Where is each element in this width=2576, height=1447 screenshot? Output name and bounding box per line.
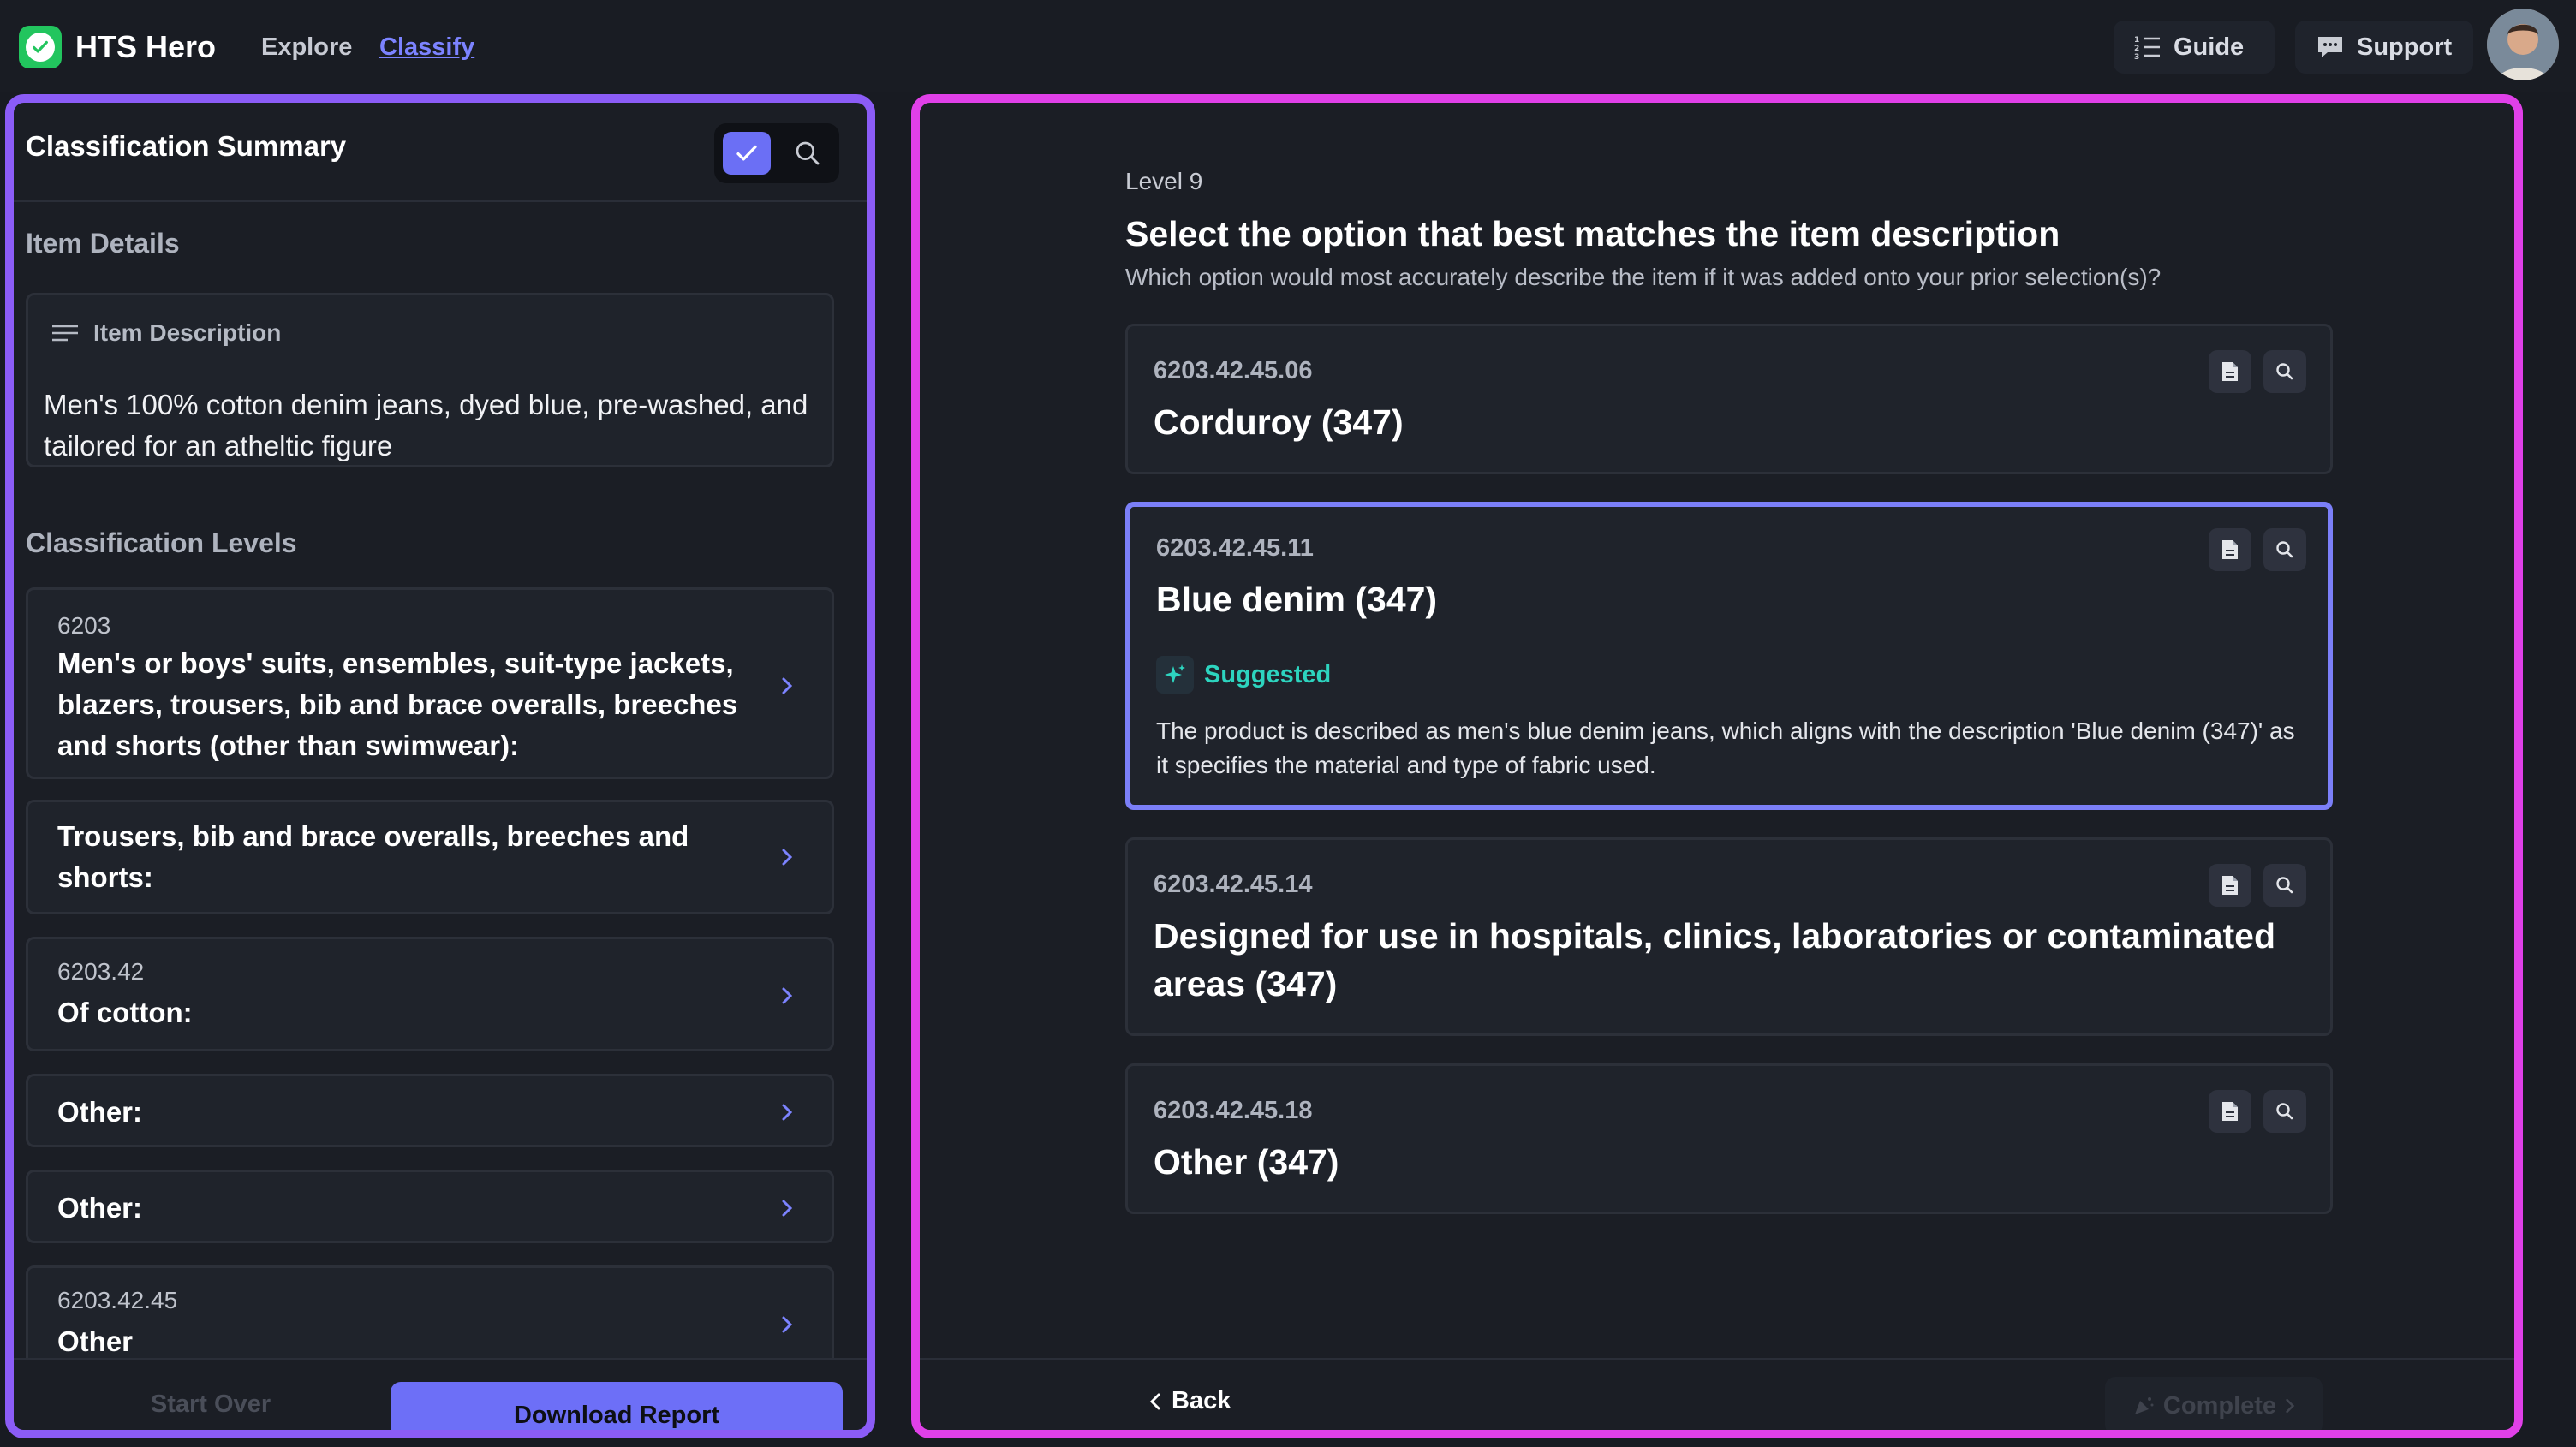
level-card[interactable]: 6203 Men's or boys' suits, ensembles, su… [26, 587, 834, 779]
check-icon[interactable] [723, 132, 771, 175]
search-icon[interactable] [2263, 864, 2306, 907]
document-icon[interactable] [2209, 864, 2251, 907]
item-description-label: Item Description [93, 319, 282, 346]
option-card-selected[interactable]: 6203.42.45.11 Blue denim (347) Suggested… [1125, 502, 2333, 810]
level-code: 6203 [57, 612, 111, 639]
chevron-right-icon [777, 1198, 797, 1218]
option-code: 6203.42.45.14 [1154, 871, 1313, 898]
svg-text:1: 1 [2134, 36, 2139, 45]
summary-title: Classification Summary [26, 130, 347, 162]
classification-summary-panel: Classification Summary Item Details Item… [5, 94, 875, 1438]
option-code: 6203.42.45.06 [1154, 357, 1313, 384]
search-icon[interactable] [786, 132, 829, 175]
level-text: Other: [57, 1192, 142, 1224]
level-code: 6203.42 [57, 958, 145, 985]
level-indicator: Level 9 [1125, 168, 1203, 194]
chevron-right-icon [777, 986, 797, 1006]
question-title: Select the option that best matches the … [1125, 214, 2060, 253]
item-description-text: Men's 100% cotton denim jeans, dyed blue… [44, 389, 808, 461]
classification-levels-heading: Classification Levels [26, 527, 297, 558]
item-details-heading: Item Details [26, 228, 180, 259]
view-toggle[interactable] [714, 123, 839, 183]
option-card[interactable]: 6203.42.45.18 Other (347) [1125, 1063, 2333, 1214]
logo-icon[interactable] [19, 26, 62, 68]
option-card[interactable]: 6203.42.45.06 Corduroy (347) [1125, 324, 2333, 474]
svg-text:2: 2 [2134, 45, 2139, 53]
document-icon[interactable] [2209, 1090, 2251, 1133]
back-label: Back [1172, 1387, 1231, 1414]
level-text: Of cotton: [57, 997, 193, 1028]
question-subtitle: Which option would most accurately descr… [1125, 264, 2162, 290]
option-title: Blue denim (347) [1156, 580, 1438, 619]
option-code: 6203.42.45.18 [1154, 1097, 1313, 1124]
sparkle-icon [1156, 656, 1194, 694]
level-card[interactable]: Other: [26, 1170, 834, 1243]
summary-header: Classification Summary [14, 103, 867, 202]
complete-button[interactable]: Complete [2105, 1377, 2323, 1430]
option-title: Other (347) [1154, 1142, 1339, 1182]
svg-text:3: 3 [2134, 53, 2139, 60]
level-card[interactable]: Trousers, bib and brace overalls, breech… [26, 800, 834, 914]
option-title: Designed for use in hospitals, clinics, … [1154, 916, 2276, 1003]
level-text: Trousers, bib and brace overalls, breech… [57, 820, 689, 893]
chevron-left-icon [1149, 1393, 1160, 1409]
level-code: 6203.42.45 [57, 1287, 178, 1313]
level-text: Other: [57, 1096, 142, 1128]
option-title: Corduroy (347) [1154, 402, 1404, 442]
suggested-badge: Suggested [1156, 656, 1331, 694]
support-button[interactable]: Support [2295, 21, 2473, 74]
top-bar: HTS Hero Explore Classify 1 2 3 Guide Su… [0, 0, 2576, 92]
start-over-button[interactable]: Start Over [91, 1390, 331, 1419]
complete-label: Complete [2162, 1391, 2277, 1420]
chevron-right-icon [2286, 1398, 2295, 1414]
level-card[interactable]: Other: [26, 1074, 834, 1147]
guide-list-icon: 1 2 3 [2134, 36, 2160, 60]
classification-question-panel: Level 9 Select the option that best matc… [911, 94, 2523, 1438]
document-icon[interactable] [2209, 528, 2251, 571]
chevron-right-icon [777, 1102, 797, 1122]
support-label: Support [2357, 33, 2453, 61]
search-icon[interactable] [2263, 528, 2306, 571]
nav-classify-link[interactable]: Classify [379, 26, 474, 68]
suggestion-reason: The product is described as men's blue d… [1156, 718, 2295, 778]
chevron-right-icon [777, 676, 797, 696]
nav-explore-link[interactable]: Explore [261, 26, 352, 68]
party-icon [2134, 1397, 2154, 1414]
item-description-card: Item Description Men's 100% cotton denim… [26, 293, 834, 467]
document-icon[interactable] [2209, 350, 2251, 393]
chevron-right-icon [777, 1314, 797, 1335]
avatar[interactable] [2487, 9, 2559, 80]
suggested-label: Suggested [1204, 660, 1332, 688]
download-report-button[interactable]: Download Report [391, 1382, 843, 1430]
guide-label: Guide [2174, 33, 2245, 61]
back-button[interactable]: Back [1149, 1387, 1231, 1415]
level-text: Men's or boys' suits, ensembles, suit-ty… [57, 647, 738, 761]
option-code: 6203.42.45.11 [1156, 534, 1314, 562]
chevron-right-icon [777, 847, 797, 867]
level-text: Other [57, 1325, 134, 1357]
brand-name[interactable]: HTS Hero [75, 26, 216, 68]
level-card[interactable]: 6203.42 Of cotton: [26, 937, 834, 1051]
question-footer: Back Complete [920, 1358, 2514, 1430]
search-icon[interactable] [2263, 1090, 2306, 1133]
guide-button[interactable]: 1 2 3 Guide [2114, 21, 2275, 74]
search-icon[interactable] [2263, 350, 2306, 393]
summary-footer: Start Over Download Report [14, 1358, 867, 1430]
chat-icon [2318, 37, 2342, 57]
lines-icon [52, 325, 78, 342]
option-card[interactable]: 6203.42.45.14 Designed for use in hospit… [1125, 837, 2333, 1036]
